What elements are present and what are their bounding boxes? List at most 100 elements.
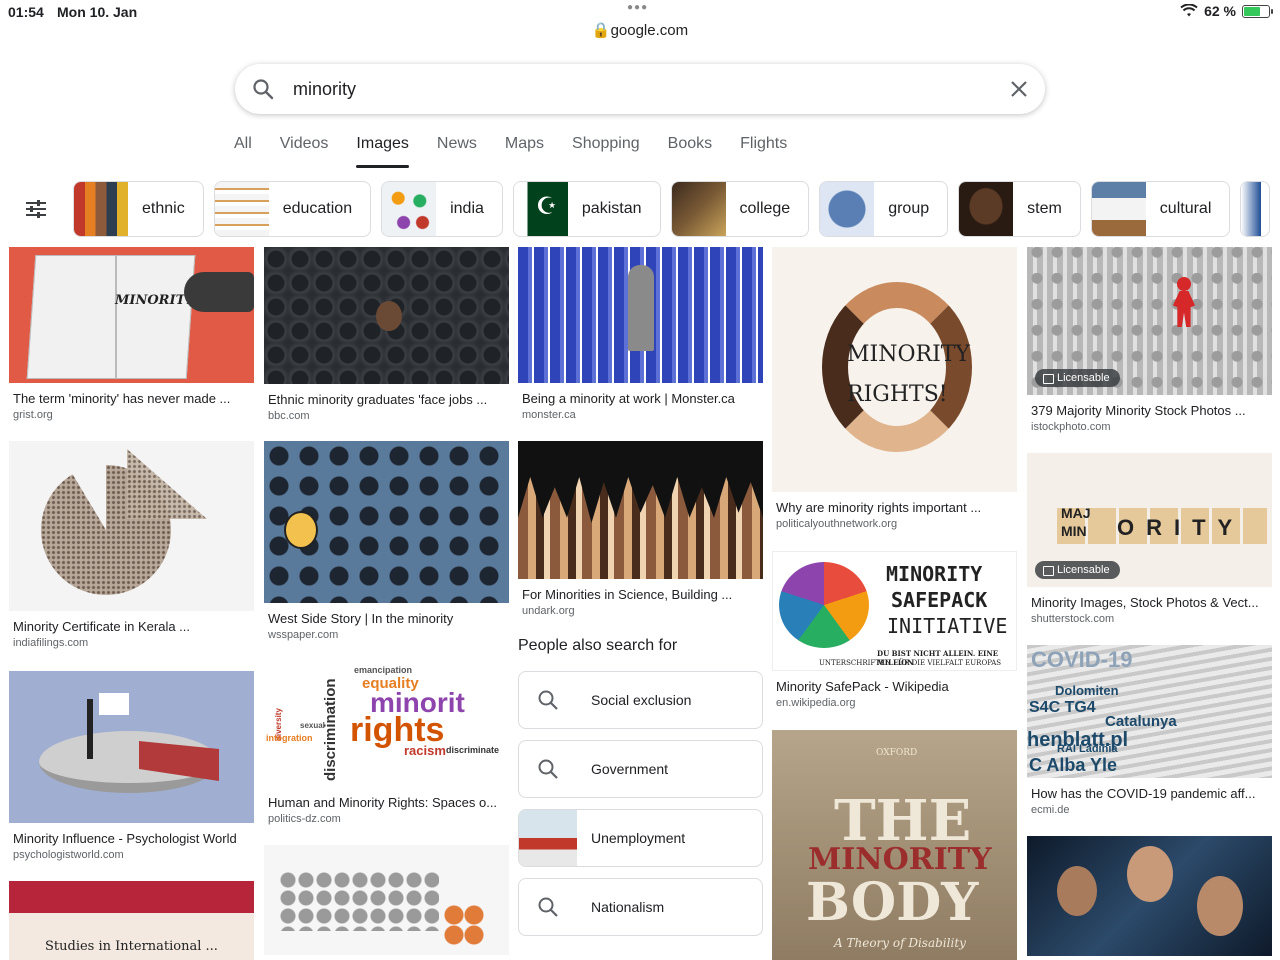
image-result[interactable]: Studies in International ...	[9, 881, 254, 960]
result-caption[interactable]: Minority Certificate in Kerala ...	[9, 611, 254, 634]
chip-ethnic[interactable]: ethnic	[73, 181, 204, 237]
chip-cultural[interactable]: cultural	[1090, 181, 1231, 237]
related-search-thumbnail	[519, 810, 577, 866]
result-image[interactable]	[264, 247, 509, 384]
related-search-label: Government	[591, 761, 669, 777]
result-caption[interactable]: 379 Majority Minority Stock Photos ...	[1027, 395, 1272, 418]
related-search-social-exclusion[interactable]: Social exclusion	[518, 671, 763, 729]
result-image[interactable]: MAJ MIN ORITY Licensable	[1027, 453, 1272, 587]
image-result[interactable]: MINORITY SAFEPACK INITIATIVE DU BIST NIC…	[772, 551, 1017, 709]
image-result[interactable]	[264, 845, 509, 955]
image-result[interactable]: COVID-19 Dolomiten S4C TG4 Catalunya hen…	[1027, 645, 1272, 816]
result-caption[interactable]: Why are minority rights important ...	[772, 492, 1017, 515]
result-image[interactable]: OXFORD THE MINORITY BODY A Theory of Dis…	[772, 730, 1017, 960]
result-image[interactable]: emancipation equality minorit rights dis…	[264, 661, 509, 787]
result-image[interactable]	[264, 845, 509, 955]
result-image[interactable]: MINORITY RIGHTS!	[772, 247, 1017, 492]
image-result[interactable]: emancipation equality minorit rights dis…	[264, 661, 509, 825]
url-text[interactable]: google.com	[611, 22, 689, 39]
battery-icon	[1242, 4, 1273, 18]
result-domain: wsspaper.com	[268, 629, 339, 641]
chip-college[interactable]: college	[670, 181, 810, 237]
tune-filter-icon[interactable]	[24, 197, 48, 221]
result-image[interactable]	[264, 441, 509, 603]
tab-shopping[interactable]: Shopping	[558, 133, 654, 173]
result-domain: bbc.com	[268, 410, 310, 422]
result-image[interactable]: MINORITY	[9, 247, 254, 383]
result-domain: psychologistworld.com	[13, 849, 124, 861]
result-image[interactable]	[518, 441, 763, 579]
results-column-3: Being a minority at work | Monster.ca mo…	[518, 247, 763, 947]
image-result[interactable]: Ethnic minority graduates 'face jobs ...…	[264, 247, 509, 422]
result-image[interactable]: Studies in International ...	[9, 881, 254, 960]
image-result[interactable]: MAJ MIN ORITY Licensable Minority Images…	[1027, 453, 1272, 625]
tab-all[interactable]: All	[234, 133, 266, 173]
tab-flights[interactable]: Flights	[726, 133, 801, 173]
result-caption[interactable]: Being a minority at work | Monster.ca	[518, 383, 763, 406]
chip-group[interactable]: group	[819, 181, 949, 237]
more-dots-icon[interactable]: ●●●	[627, 2, 648, 13]
result-caption[interactable]: For Minorities in Science, Building ...	[518, 579, 763, 602]
result-caption[interactable]: Ethnic minority graduates 'face jobs ...	[264, 384, 509, 407]
image-result[interactable]: For Minorities in Science, Building ... …	[518, 441, 763, 617]
result-image[interactable]	[518, 247, 763, 383]
tab-images[interactable]: Images	[342, 133, 422, 173]
safepack-subtitle: INITIATIVE	[887, 614, 1008, 638]
tab-maps[interactable]: Maps	[491, 133, 558, 173]
result-caption[interactable]: Minority SafePack - Wikipedia	[772, 671, 1017, 694]
image-result[interactable]	[1027, 836, 1272, 956]
image-result[interactable]: Minority Influence - Psychologist World …	[9, 671, 254, 861]
tab-videos[interactable]: Videos	[266, 133, 343, 173]
result-domain: politics-dz.com	[268, 813, 341, 825]
search-box[interactable]: minority	[235, 64, 1045, 114]
related-chips: ethnic education india ☪ pakistan college…	[73, 181, 1280, 237]
result-caption[interactable]: Minority Images, Stock Photos & Vect...	[1027, 587, 1272, 610]
related-search-nationalism[interactable]: Nationalism	[518, 878, 763, 936]
licensable-badge: Licensable	[1035, 369, 1120, 387]
results-column-1: MINORITY The term 'minority' has never m…	[9, 247, 254, 960]
tab-news[interactable]: News	[423, 133, 491, 173]
related-search-unemployment[interactable]: Unemployment	[518, 809, 763, 867]
chip-education[interactable]: education	[213, 181, 372, 237]
chip-india[interactable]: india	[381, 181, 503, 237]
tab-books[interactable]: Books	[654, 133, 726, 173]
result-domain: undark.org	[522, 605, 575, 617]
result-caption[interactable]: Human and Minority Rights: Spaces o...	[264, 787, 509, 810]
result-image[interactable]	[9, 671, 254, 823]
image-result[interactable]: MINORITY The term 'minority' has never m…	[9, 247, 254, 421]
chip-stem[interactable]: stem	[958, 181, 1081, 237]
result-domain: en.wikipedia.org	[776, 697, 856, 709]
block-letters: MAJ	[1061, 505, 1091, 521]
chip-pakistan[interactable]: ☪ pakistan	[512, 181, 661, 237]
chip-thumbnail	[214, 182, 269, 236]
image-result[interactable]: OXFORD THE MINORITY BODY A Theory of Dis…	[772, 730, 1017, 960]
image-result[interactable]: West Side Story | In the minority wsspap…	[264, 441, 509, 641]
image-result[interactable]: Licensable 379 Majority Minority Stock P…	[1027, 247, 1272, 433]
search-input[interactable]: minority	[293, 79, 356, 100]
result-image[interactable]	[9, 441, 254, 611]
newspaper-word: Catalunya	[1105, 713, 1177, 730]
search-tabs: All Videos Images News Maps Shopping Boo…	[234, 133, 801, 173]
result-caption[interactable]: West Side Story | In the minority	[264, 603, 509, 626]
result-image[interactable]: COVID-19 Dolomiten S4C TG4 Catalunya hen…	[1027, 645, 1272, 778]
image-result[interactable]: Minority Certificate in Kerala ... india…	[9, 441, 254, 649]
result-image-text: MINORITY	[115, 293, 195, 308]
search-icon[interactable]	[251, 77, 275, 101]
chip-label: college	[739, 200, 791, 217]
result-caption[interactable]: The term 'minority' has never made ...	[9, 383, 254, 406]
result-image[interactable]: MINORITY SAFEPACK INITIATIVE DU BIST NIC…	[772, 551, 1017, 671]
result-image[interactable]: Licensable	[1027, 247, 1272, 395]
result-caption[interactable]: Minority Influence - Psychologist World	[9, 823, 254, 846]
people-also-search: People also search for Social exclusion …	[518, 637, 763, 936]
image-result[interactable]: Being a minority at work | Monster.ca mo…	[518, 247, 763, 421]
newspaper-word: C Alba Yle	[1029, 755, 1118, 775]
url-bar[interactable]: 🔒google.com	[0, 21, 1280, 39]
close-icon[interactable]	[1007, 77, 1031, 101]
related-search-government[interactable]: Government	[518, 740, 763, 798]
chip-more[interactable]	[1240, 181, 1271, 237]
result-domain: ecmi.de	[1031, 804, 1070, 816]
image-result[interactable]: MINORITY RIGHTS! Why are minority rights…	[772, 247, 1017, 530]
book-publisher: OXFORD	[876, 748, 918, 758]
result-caption[interactable]: How has the COVID-19 pandemic aff...	[1027, 778, 1272, 801]
result-image[interactable]	[1027, 836, 1272, 956]
